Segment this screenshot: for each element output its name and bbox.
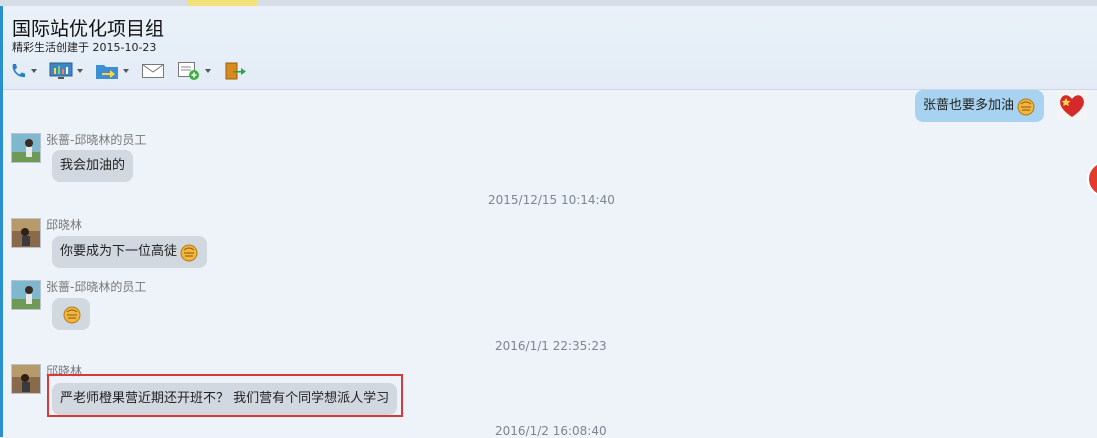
message-bubble[interactable]: 我会加油的 <box>52 150 134 182</box>
chevron-down-icon[interactable] <box>205 69 211 73</box>
message-bubble[interactable]: 你要成为下一位高徒 <box>52 236 208 268</box>
exit-group-button[interactable] <box>223 59 247 83</box>
file-transfer-icon <box>96 65 118 79</box>
screen-share-button[interactable] <box>49 59 83 83</box>
mail-icon <box>142 64 164 78</box>
group-title: 国际站优化项目组 <box>12 18 165 40</box>
screen-share-icon <box>49 62 73 79</box>
chat-history[interactable]: 张蔷也要多加油 张蔷-邱晓林的员工 我会加油的 2015/12/15 10:14… <box>3 90 1097 438</box>
fist-icon <box>63 306 81 324</box>
avatar-qiuxiaolin[interactable] <box>11 364 41 394</box>
phone-icon <box>12 64 25 78</box>
message-add-icon <box>178 62 199 80</box>
chat-header: 国际站优化项目组 精彩生活创建于 2015-10-23 <box>3 6 1097 90</box>
timestamp: 2016/1/1 22:35:23 <box>495 339 607 353</box>
message-text: 你要成为下一位高徒 <box>60 244 178 259</box>
chevron-down-icon[interactable] <box>31 69 37 73</box>
chevron-down-icon[interactable] <box>123 69 129 73</box>
my-avatar[interactable] <box>1057 90 1087 120</box>
timestamp: 2016/1/2 16:08:40 <box>495 424 607 438</box>
avatar-zhangqiang[interactable] <box>11 280 41 310</box>
chat-toolbar <box>9 59 259 83</box>
sender-name: 邱晓林 <box>46 218 83 232</box>
message-add-button[interactable] <box>177 59 211 83</box>
avatar-zhangqiang[interactable] <box>11 133 41 163</box>
group-subtitle: 精彩生活创建于 2015-10-23 <box>12 41 157 54</box>
fist-icon <box>1017 98 1035 116</box>
chevron-down-icon[interactable] <box>77 69 83 73</box>
sender-name: 张蔷-邱晓林的员工 <box>46 280 147 294</box>
mail-button[interactable] <box>141 59 165 83</box>
fist-icon <box>180 244 198 262</box>
sender-name: 张蔷-邱晓林的员工 <box>46 133 147 147</box>
file-transfer-button[interactable] <box>95 59 129 83</box>
message-text: 张蔷也要多加油 <box>923 98 1015 113</box>
message-bubble[interactable] <box>52 298 90 330</box>
floating-action-button[interactable] <box>1087 161 1097 197</box>
message-bubble-highlighted[interactable]: 严老师橙果营近期还开班不？ 我们营有个同学想派人学习 <box>52 383 398 415</box>
message-text: 严老师橙果营近期还开班不？ 我们营有个同学想派人学习 <box>60 391 390 406</box>
message-text: 我会加油的 <box>60 158 126 173</box>
timestamp: 2015/12/15 10:14:40 <box>488 193 615 207</box>
phone-button[interactable] <box>9 59 37 83</box>
avatar-qiuxiaolin[interactable] <box>11 218 41 248</box>
exit-icon <box>225 62 246 80</box>
message-bubble-mine[interactable]: 张蔷也要多加油 <box>915 90 1045 122</box>
